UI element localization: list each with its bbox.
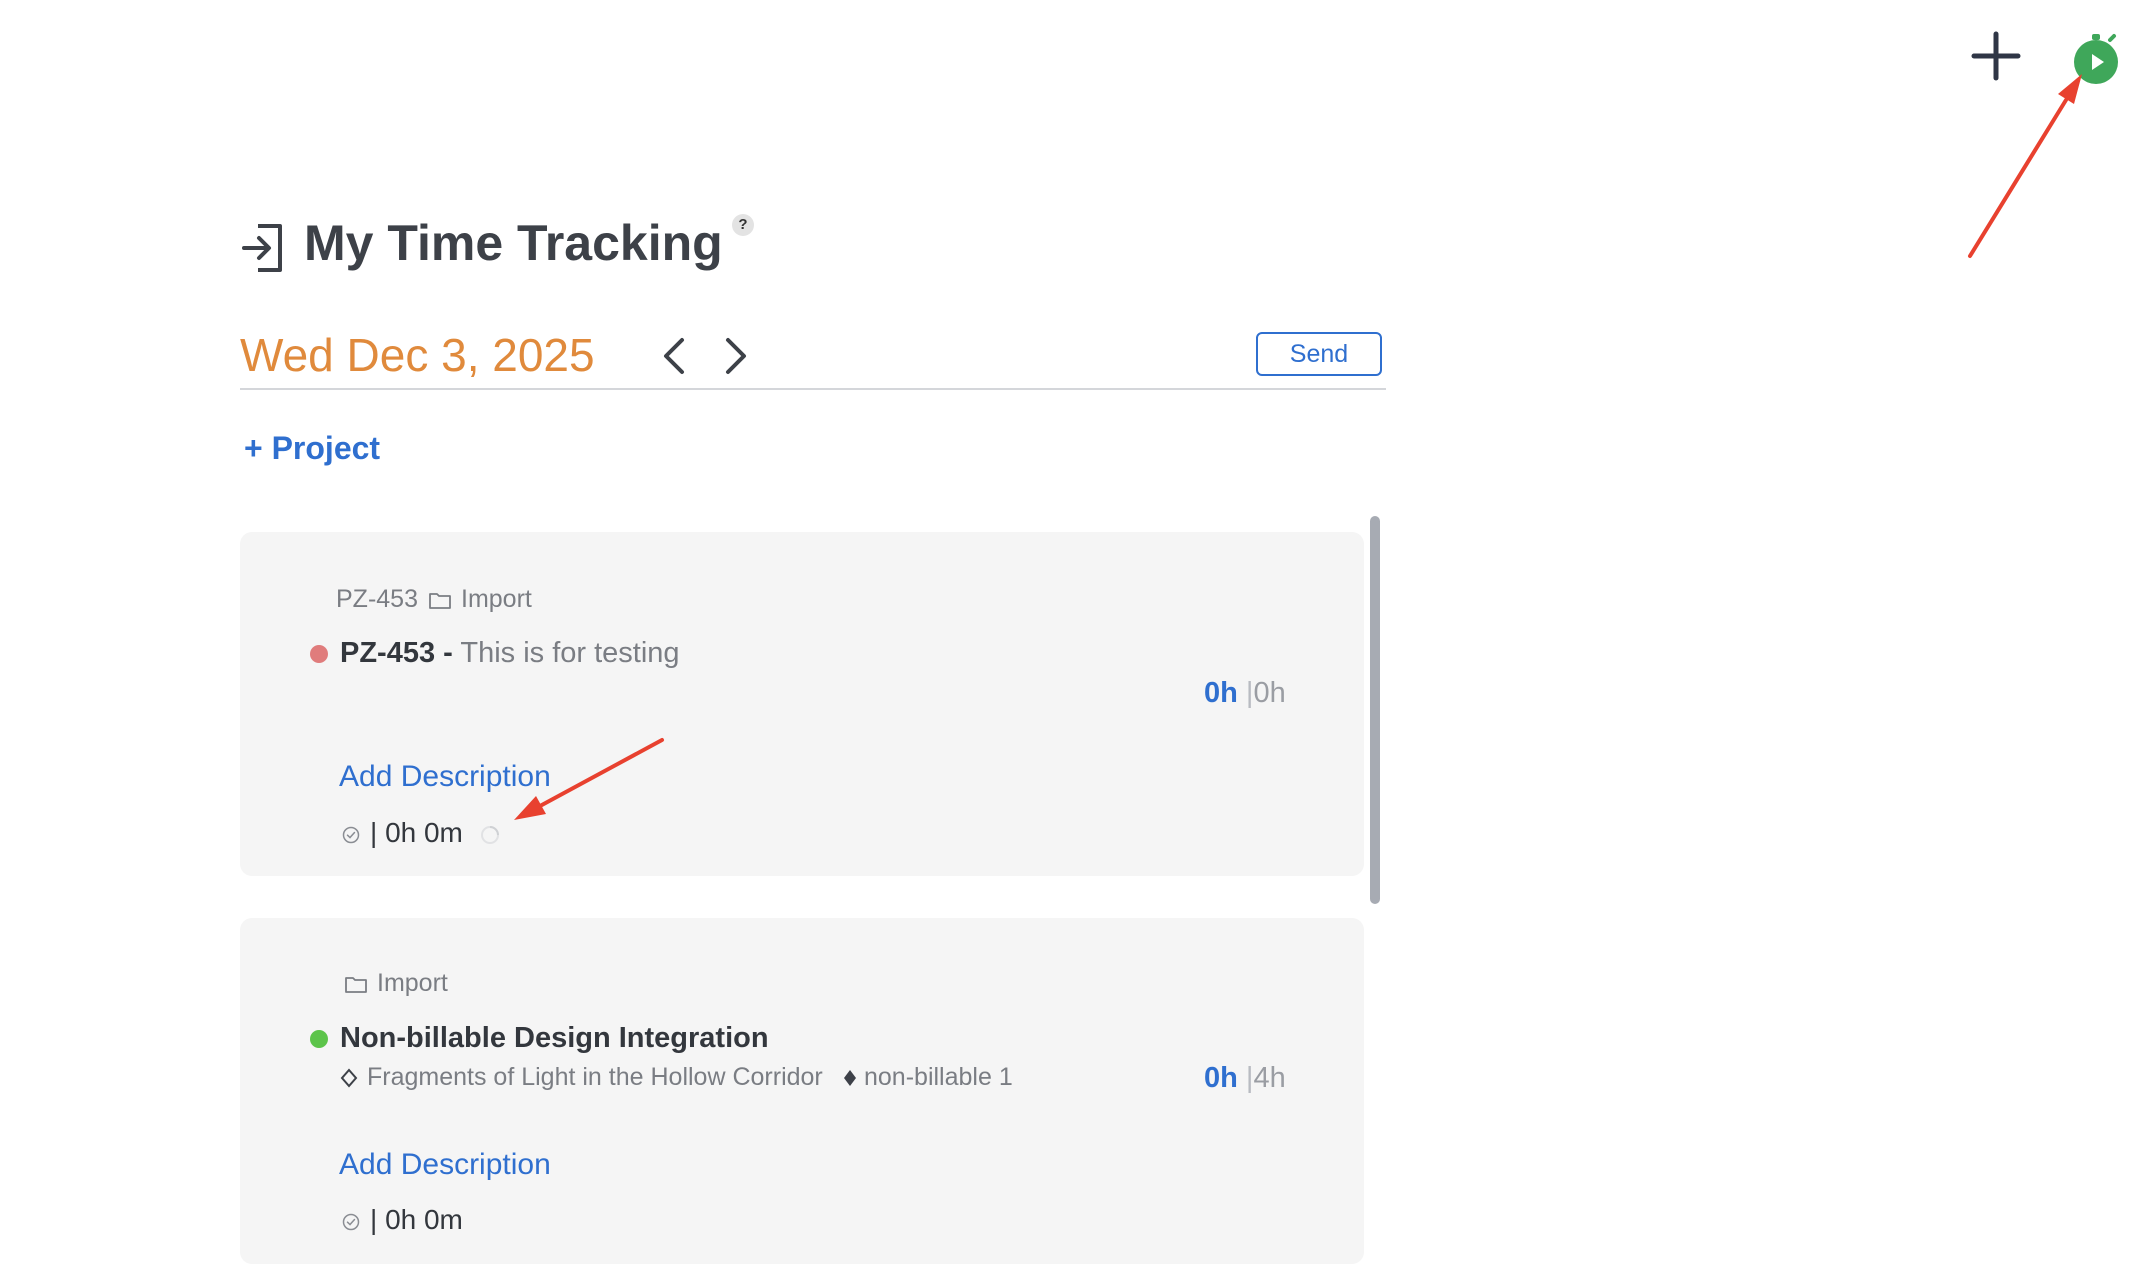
add-description-link[interactable]: Add Description — [339, 760, 551, 794]
page-title: My Time Tracking — [304, 215, 723, 271]
time-logged: | 0h 0m — [370, 817, 463, 849]
project-code: PZ-453 — [336, 585, 418, 613]
send-button[interactable]: Send — [1256, 332, 1382, 376]
time-separator: | — [370, 817, 378, 848]
folder-icon — [344, 974, 368, 999]
planned-hours: 4h — [1253, 1062, 1286, 1094]
logged-hours: 0h — [1204, 677, 1238, 709]
add-button[interactable] — [1968, 28, 2024, 84]
task-code: PZ-453 - — [340, 637, 453, 669]
task-title[interactable]: PZ-453 - This is for testing — [340, 637, 680, 670]
next-day-button[interactable] — [718, 334, 754, 378]
divider — [240, 388, 1386, 390]
check-circle-icon[interactable] — [342, 826, 360, 849]
scrollbar-thumb[interactable] — [1370, 516, 1380, 904]
add-description-link[interactable]: Add Description — [339, 1148, 551, 1182]
time-separator: | — [370, 1204, 378, 1235]
check-circle-icon[interactable] — [342, 1213, 360, 1236]
folder-name: Import — [461, 585, 532, 613]
sign-in-icon — [240, 222, 286, 274]
stopwatch-play-icon — [2074, 34, 2118, 84]
status-dot — [310, 1030, 328, 1048]
chevron-right-icon — [726, 338, 746, 374]
status-dot — [310, 645, 328, 663]
logged-hours: 0h — [1204, 1062, 1238, 1094]
task-description: This is for testing — [460, 637, 680, 669]
plus-icon — [1971, 31, 2021, 81]
spinner-icon[interactable] — [480, 825, 500, 850]
previous-day-button[interactable] — [656, 334, 692, 378]
time-value: 0h 0m — [385, 1204, 463, 1235]
help-icon[interactable]: ? — [732, 214, 754, 236]
add-project-button[interactable]: + Project — [244, 430, 380, 467]
planned-hours: 0h — [1253, 677, 1286, 709]
task-title[interactable]: Non-billable Design Integration — [340, 1022, 769, 1055]
time-logged: | 0h 0m — [370, 1204, 463, 1236]
diamond-filled-icon — [842, 1068, 858, 1093]
time-value: 0h 0m — [385, 817, 463, 848]
subtask-billing: non-billable 1 — [864, 1063, 1013, 1091]
folder-name: Import — [377, 969, 448, 997]
hours-summary: 0h |4h — [1204, 1062, 1286, 1095]
subtask-name: Fragments of Light in the Hollow Corrido… — [367, 1063, 823, 1091]
current-date[interactable]: Wed Dec 3, 2025 — [240, 328, 595, 382]
start-timer-button[interactable] — [2070, 30, 2122, 86]
folder-icon — [428, 590, 452, 615]
diamond-outline-icon — [340, 1068, 358, 1093]
arrow-to-timer — [1968, 74, 2082, 258]
chevron-left-icon — [664, 338, 684, 374]
hours-summary: 0h |0h — [1204, 677, 1286, 710]
